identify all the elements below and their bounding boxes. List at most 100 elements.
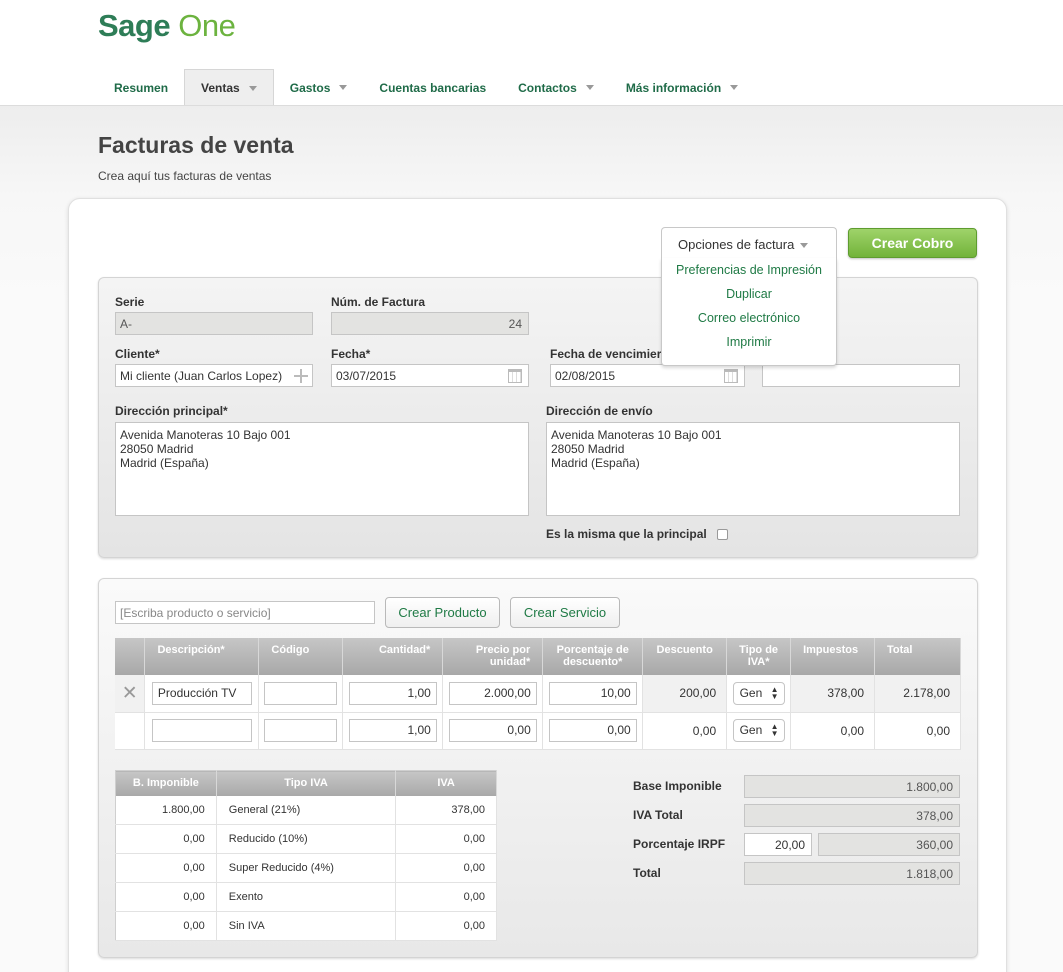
discount-cell: 0,00: [642, 712, 728, 750]
add-client-icon[interactable]: [294, 369, 308, 383]
total-cell: 2.178,00: [874, 675, 961, 713]
address-line: Madrid (España): [551, 456, 640, 470]
cell: 2.000,00: [442, 675, 544, 713]
cell: Gen ▲ ▼: [726, 712, 792, 750]
date-field[interactable]: 03/07/2015: [331, 364, 529, 387]
remove-cell: [115, 712, 146, 750]
serie-field[interactable]: A-: [115, 312, 313, 335]
vat-total-label: IVA Total: [633, 808, 683, 822]
cell: Producción TV: [144, 675, 260, 713]
updown-icon: ▲ ▼: [770, 722, 779, 738]
invoice-lines-table: Descripción* Código Cantidad* Precio por…: [115, 638, 961, 750]
main-nav: Resumen Ventas Gastos Cuentas bancarias …: [98, 69, 754, 106]
description-input[interactable]: Producción TV: [151, 681, 252, 705]
quantity-input[interactable]: 1,00: [348, 719, 437, 742]
chevron-down-icon: [339, 85, 348, 90]
nav-mas-informacion[interactable]: Más información: [610, 69, 754, 106]
vat-type-value: Gen: [739, 723, 763, 737]
main-address-label: Dirección principal*: [115, 404, 228, 418]
same-address-checkbox[interactable]: [717, 529, 728, 540]
type-cell: Exento: [216, 882, 397, 912]
client-field[interactable]: Mi cliente (Juan Carlos Lopez): [115, 364, 313, 387]
nav-label: Ventas: [201, 81, 240, 95]
extra-field[interactable]: [762, 364, 960, 387]
address-line: Avenida Manoteras 10 Bajo 001: [120, 428, 291, 442]
logo-text-sage: Sage: [98, 8, 171, 43]
header-cell: Tipo IVA: [216, 770, 397, 796]
base-cell: 1.800,00: [115, 795, 217, 825]
header-cell: Precio por unidad*: [442, 638, 544, 675]
create-service-button[interactable]: Crear Servicio: [510, 597, 620, 628]
header-cell: Total: [874, 638, 961, 675]
sage-one-logo[interactable]: Sage One: [98, 8, 236, 44]
vat-summary-table: B. Imponible Tipo IVA IVA 1.800,00 Genera…: [115, 770, 497, 941]
shipping-address-field[interactable]: Avenida Manoteras 10 Bajo 001 28050 Madr…: [546, 422, 960, 516]
logo-text-one: One: [178, 8, 236, 43]
due-date-field[interactable]: 02/08/2015: [550, 364, 745, 387]
menu-item-duplicate[interactable]: Duplicar: [662, 282, 836, 306]
code-input[interactable]: [264, 681, 338, 705]
fecha-label: Fecha*: [331, 347, 371, 361]
nav-gastos[interactable]: Gastos: [274, 69, 364, 106]
same-address-label: Es la misma que la principal: [546, 527, 707, 541]
irpf-percent-input[interactable]: 20,00: [744, 833, 812, 856]
discount-pct-input[interactable]: 10,00: [548, 681, 637, 705]
unit-price-input[interactable]: 2.000,00: [448, 681, 537, 705]
vat-cell: 0,00: [395, 882, 497, 912]
date-value: 03/07/2015: [336, 369, 397, 383]
vat-cell: 0,00: [395, 824, 497, 854]
invoice-number-field[interactable]: 24: [331, 312, 529, 335]
vat-header-row: B. Imponible Tipo IVA IVA: [115, 770, 497, 796]
discount-pct-input[interactable]: 0,00: [548, 719, 637, 742]
invoice-options-menu: Preferencias de Impresión Duplicar Corre…: [661, 258, 837, 366]
create-product-button[interactable]: Crear Producto: [385, 597, 500, 628]
invoice-options-button[interactable]: Opciones de factura: [661, 227, 837, 259]
shipping-address-label: Dirección de envío: [546, 404, 653, 418]
address-line: Avenida Manoteras 10 Bajo 001: [551, 428, 722, 442]
calendar-icon[interactable]: [508, 369, 522, 383]
chevron-down-icon: [730, 85, 739, 90]
product-search-input[interactable]: [Escriba producto o servicio]: [115, 601, 375, 624]
numero-label: Núm. de Factura: [331, 295, 426, 309]
create-payment-button[interactable]: Crear Cobro: [848, 228, 977, 258]
base-cell: 0,00: [115, 911, 217, 941]
close-icon[interactable]: ✕: [122, 683, 138, 704]
chevron-down-icon: [248, 85, 257, 91]
address-line: 28050 Madrid: [551, 442, 625, 456]
base-cell: 0,00: [115, 882, 217, 912]
nav-resumen[interactable]: Resumen: [98, 69, 184, 106]
due-date-label: Fecha de vencimier: [550, 347, 662, 361]
main-address-field[interactable]: Avenida Manoteras 10 Bajo 001 28050 Madr…: [115, 422, 529, 516]
page-subtitle: Crea aquí tus facturas de ventas: [98, 169, 272, 183]
address-line: 28050 Madrid: [120, 442, 194, 456]
header-cell: Código: [258, 638, 344, 675]
menu-item-print-prefs[interactable]: Preferencias de Impresión: [662, 258, 836, 282]
table-header-row: Descripción* Código Cantidad* Precio por…: [115, 638, 961, 675]
description-input[interactable]: [151, 719, 252, 742]
nav-label: Cuentas bancarias: [379, 80, 487, 95]
calendar-icon[interactable]: [724, 369, 738, 383]
nav-cuentas-bancarias[interactable]: Cuentas bancarias: [363, 69, 502, 106]
nav-contactos[interactable]: Contactos: [502, 69, 610, 106]
page-title: Facturas de venta: [98, 132, 294, 158]
unit-price-input[interactable]: 0,00: [448, 719, 537, 742]
quantity-input[interactable]: 1,00: [348, 681, 437, 705]
client-value: Mi cliente (Juan Carlos Lopez): [120, 369, 283, 383]
vat-type-select[interactable]: Gen ▲ ▼: [732, 719, 785, 742]
header-remove: [115, 638, 146, 675]
cell: 0,00: [442, 712, 544, 750]
remove-cell: ✕: [115, 675, 146, 713]
code-input[interactable]: [264, 719, 338, 742]
menu-item-print[interactable]: Imprimir: [662, 330, 836, 354]
nav-label: Más información: [625, 80, 722, 95]
base-cell: 0,00: [115, 853, 217, 883]
base-total-label: Base Imponible: [633, 779, 722, 793]
nav-ventas[interactable]: Ventas: [184, 69, 274, 106]
header-cell: Impuestos: [790, 638, 876, 675]
vat-cell: 378,00: [395, 795, 497, 825]
menu-item-email[interactable]: Correo electrónico: [662, 306, 836, 330]
total-cell: 0,00: [874, 712, 961, 750]
updown-icon: ▲ ▼: [770, 684, 779, 701]
vat-type-select[interactable]: Gen ▲ ▼: [732, 681, 785, 705]
nav-label: Gastos: [289, 80, 331, 95]
